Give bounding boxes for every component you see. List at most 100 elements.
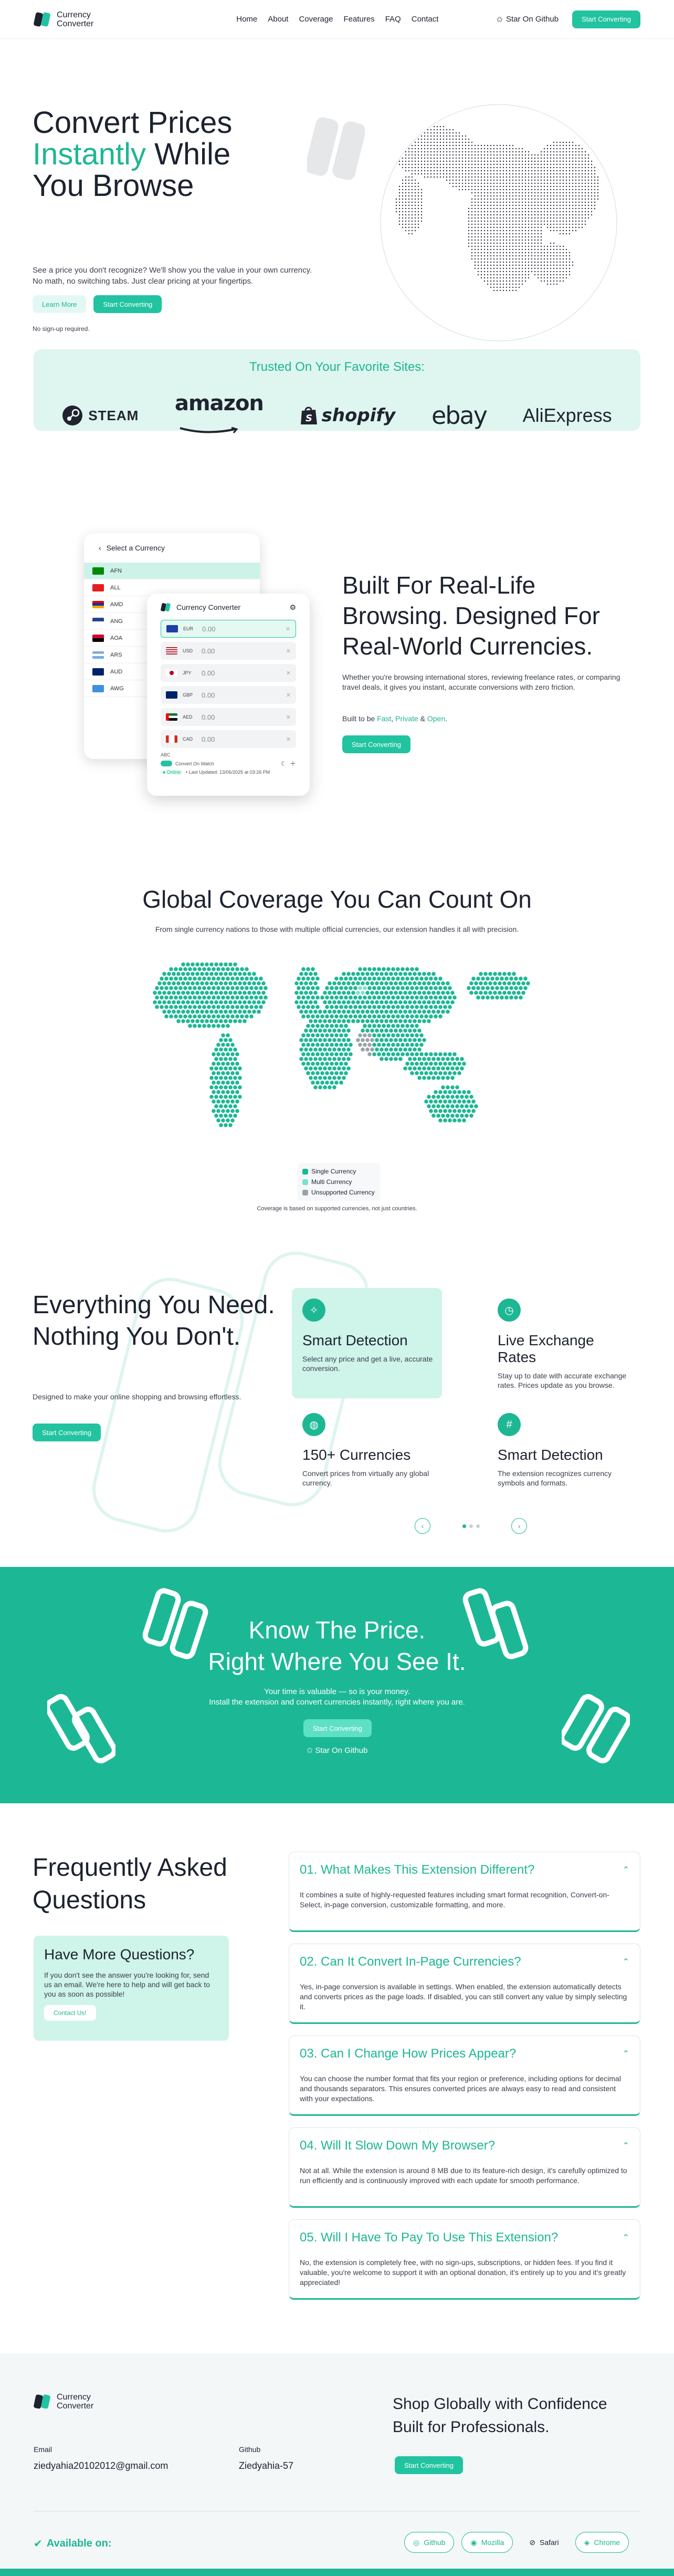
chevron-up-icon[interactable]: ⌃ [623, 2232, 629, 2243]
faq-question[interactable]: 02. Can It Convert In-Page Currencies? ⌃ [300, 1955, 629, 1969]
feature-desc: The extension recognizes currency symbol… [498, 1469, 612, 1487]
currency-code: EUR [183, 626, 194, 631]
currency-option-label: ANG [110, 618, 123, 625]
faq-question-text: 04. Will It Slow Down My Browser? [300, 2138, 496, 2153]
footer-logo[interactable]: Currency Converter [34, 2393, 93, 2411]
firefox-icon: ◉ [470, 2538, 477, 2547]
currency-input-row[interactable]: EUR 0.00 ✕ [161, 620, 296, 638]
currency-input-row[interactable]: GBP 0.00 ✕ [161, 686, 296, 704]
chevron-up-icon[interactable]: ⌃ [623, 1865, 629, 1875]
browser-mozilla-link[interactable]: ◉ Mozilla [461, 2532, 513, 2553]
remove-icon[interactable]: ✕ [286, 714, 291, 721]
remove-icon[interactable]: ✕ [286, 626, 290, 632]
hero-title-line2: While [146, 137, 231, 171]
faq-answer: Not at all. While the extension is aroun… [300, 2166, 627, 2185]
legend-label: Multi Currency [311, 1178, 352, 1186]
reallife-paragraph: Whether you're browsing international st… [342, 673, 620, 691]
flag-an-icon [92, 617, 104, 625]
features-start-converting-button[interactable]: Start Converting [33, 1424, 101, 1441]
flag-af-icon [92, 567, 104, 575]
nav-coverage[interactable]: Coverage [299, 15, 333, 24]
nav-home[interactable]: Home [236, 15, 257, 24]
nav-faq[interactable]: FAQ [385, 15, 401, 24]
currency-input-row[interactable]: JPY 0.00 ✕ [161, 664, 296, 682]
page-dot[interactable] [462, 1524, 466, 1528]
remove-icon[interactable]: ✕ [286, 692, 291, 699]
page-dot[interactable] [476, 1524, 480, 1528]
hero-start-converting-button[interactable]: Start Converting [93, 295, 162, 313]
cta-star-github-link[interactable]: ✩ Star On Github [0, 1746, 674, 1755]
faq-question-text: 03. Can I Change How Prices Appear? [300, 2047, 517, 2061]
faq-question-text: 05. Will I Have To Pay To Use This Exten… [300, 2230, 559, 2245]
faq-item[interactable]: 01. What Makes This Extension Different?… [289, 1852, 640, 1932]
amazon-smile-icon [180, 427, 238, 433]
logo-line1: Currency [57, 2393, 91, 2402]
browser-chrome-link[interactable]: ◈ Chrome [575, 2532, 629, 2553]
converter-panel: Currency Converter ⚙ EUR 0.00 ✕ USD 0.00 ✕ J… [147, 594, 310, 796]
faq-question[interactable]: 01. What Makes This Extension Different?… [300, 1863, 629, 1877]
nav-about[interactable]: About [268, 15, 288, 24]
currency-input-row[interactable]: AED 0.00 ✕ [161, 708, 296, 726]
currency-code: AED [183, 714, 193, 720]
nav-start-converting-button[interactable]: Start Converting [572, 10, 640, 28]
currency-input-row[interactable]: USD 0.00 ✕ [161, 642, 296, 660]
nav-contact[interactable]: Contact [412, 15, 439, 24]
star-github-link[interactable]: ✩ Star On Github [496, 15, 559, 24]
nav-features[interactable]: Features [344, 15, 375, 24]
hash-icon: # [498, 1413, 521, 1436]
selector-header: ‹ Select a Currency [84, 533, 260, 563]
footer-start-converting-button[interactable]: Start Converting [395, 2456, 463, 2474]
features-title: Everything You Need. Nothing You Don't. [33, 1291, 275, 1351]
faq-item[interactable]: 02. Can It Convert In-Page Currencies? ⌃ … [289, 1944, 640, 2024]
flag-us-icon [166, 647, 177, 655]
faq-item[interactable]: 04. Will It Slow Down My Browser? ⌃ Not a… [289, 2127, 640, 2208]
currency-input-row[interactable]: CAD 0.00 ✕ [161, 730, 296, 748]
add-icon[interactable]: ＋ [290, 759, 296, 768]
theme-moon-icon[interactable]: ☾ [281, 760, 287, 767]
feature-title: 150+ Currencies [302, 1447, 411, 1463]
cta-start-converting-button[interactable]: Start Converting [303, 1719, 372, 1737]
email-link[interactable]: ziedyahia20102012@gmail.com [34, 2460, 168, 2471]
available-text: Available on: [46, 2538, 112, 2549]
chevron-up-icon[interactable]: ⌃ [623, 2049, 629, 2059]
feature-card[interactable]: ◷ Live Exchange Rates Stay up to date wi… [487, 1288, 637, 1398]
hero-subtitle-line2: No math, no switching tabs. Just clear p… [33, 277, 254, 286]
currency-value: 0.00 [202, 691, 215, 699]
settings-gear-icon[interactable]: ⚙ [289, 603, 296, 612]
faq-question[interactable]: 05. Will I Have To Pay To Use This Exten… [300, 2230, 629, 2245]
faq-question[interactable]: 03. Can I Change How Prices Appear? ⌃ [300, 2047, 629, 2061]
remove-icon[interactable]: ✕ [286, 648, 291, 655]
chevron-up-icon[interactable]: ⌃ [623, 2141, 629, 2151]
github-link[interactable]: Ziedyahia-57 [239, 2460, 293, 2471]
next-arrow-icon[interactable]: › [511, 1518, 527, 1534]
prev-arrow-icon[interactable]: ‹ [415, 1518, 430, 1534]
browser-github-link[interactable]: ◎ Github [404, 2532, 455, 2553]
page-dot[interactable] [469, 1524, 473, 1528]
contact-us-button[interactable]: Contact Us! [44, 2005, 96, 2021]
learn-more-button[interactable]: Learn More [33, 295, 87, 313]
currency-option-label: AMD [110, 601, 123, 608]
flag-ar-icon [92, 651, 104, 659]
format-label: ABC [161, 752, 171, 757]
back-arrow-icon[interactable]: ‹ [99, 544, 101, 552]
site-logo[interactable]: Currency Converter [34, 11, 93, 28]
feature-card[interactable]: ◍ 150+ Currencies Convert prices from vi… [292, 1403, 442, 1513]
steam-logo: STEAM [62, 405, 139, 426]
currency-option[interactable]: AFN [84, 563, 260, 579]
faq-answer: Yes, in-page conversion is available in … [300, 1982, 627, 2011]
converter-footer: ABC Convert On Watch ☾ ＋ ● Online • Last… [161, 752, 296, 775]
extension-mockup: ‹ Select a Currency AFN ALL AMD ANG AOA … [84, 533, 310, 796]
browser-safari-link[interactable]: ⊘ Safari [520, 2532, 567, 2553]
faq-question[interactable]: 04. Will It Slow Down My Browser? ⌃ [300, 2138, 629, 2153]
reallife-start-converting-button[interactable]: Start Converting [342, 735, 410, 753]
aliexpress-logo: AliExpress [522, 404, 612, 426]
remove-icon[interactable]: ✕ [286, 670, 291, 677]
feature-card[interactable]: ✧ Smart Detection Select any price and g… [292, 1288, 442, 1398]
convert-toggle[interactable] [161, 761, 172, 766]
faq-item[interactable]: 03. Can I Change How Prices Appear? ⌃ You… [289, 2035, 640, 2116]
faq-item[interactable]: 05. Will I Have To Pay To Use This Exten… [289, 2219, 640, 2300]
world-coverage-map [153, 962, 530, 1127]
feature-card[interactable]: # Smart Detection The extension recogniz… [487, 1403, 637, 1513]
remove-icon[interactable]: ✕ [286, 736, 291, 743]
chevron-up-icon[interactable]: ⌃ [623, 1957, 629, 1967]
